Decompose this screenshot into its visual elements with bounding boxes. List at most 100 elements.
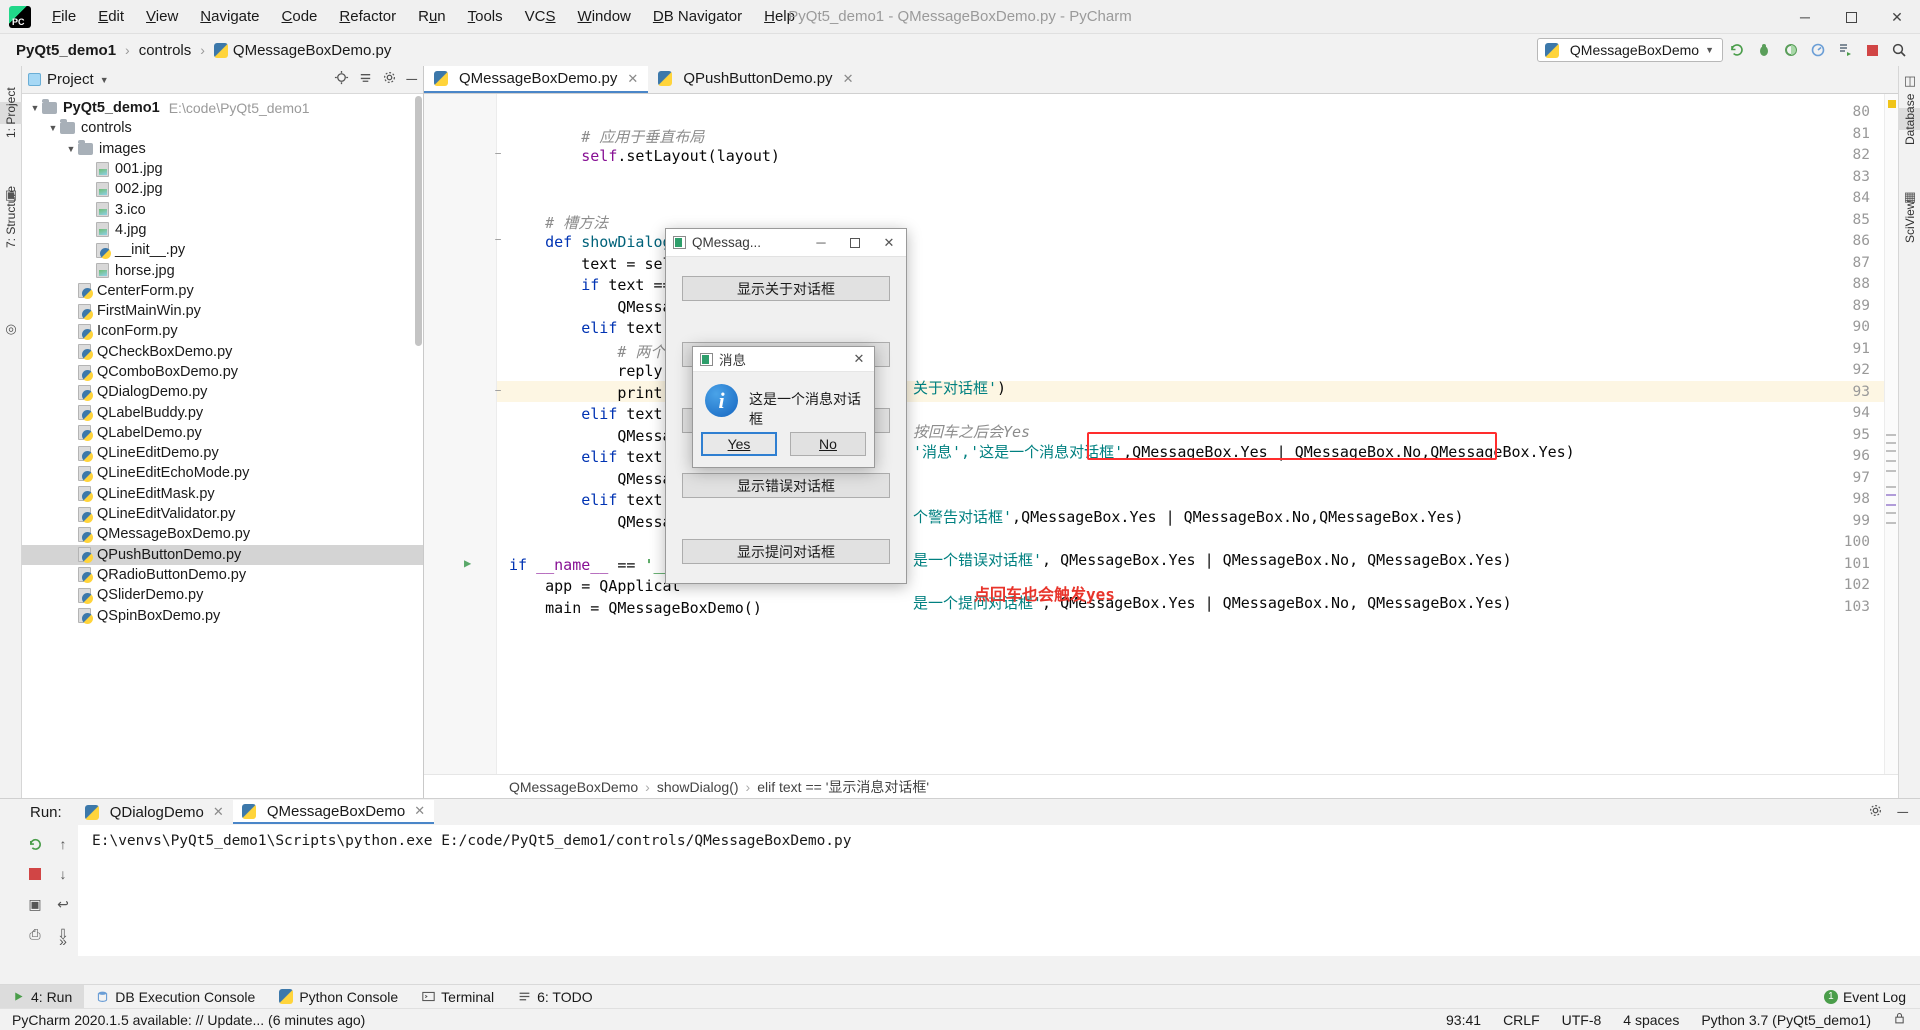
status-indent[interactable]: 4 spaces	[1623, 1012, 1679, 1028]
sciview-grid-icon[interactable]: ▦	[1899, 186, 1920, 208]
project-tree[interactable]: ▼ PyQt5_demo1 E:\code\PyQt5_demo1 ▼ controls…	[22, 94, 423, 798]
menu-db-navigator[interactable]: DB Navigator	[642, 4, 753, 29]
toolwindow-python-console[interactable]: Python Console	[267, 985, 410, 1009]
locate-icon[interactable]	[334, 70, 349, 89]
stop-icon[interactable]	[22, 861, 48, 887]
breadcrumb-project[interactable]: PyQt5_demo1	[13, 41, 119, 60]
menu-edit[interactable]: Edit	[87, 4, 135, 29]
print-icon[interactable]: ⎙	[22, 921, 48, 947]
debug-icon[interactable]	[1751, 37, 1777, 63]
run-with-icon[interactable]	[1832, 37, 1858, 63]
status-encoding[interactable]: UTF-8	[1562, 1012, 1602, 1028]
fold-marker[interactable]: −	[492, 384, 504, 397]
status-position[interactable]: 93:41	[1446, 1012, 1481, 1028]
tree-item-qlabelbuddy-py[interactable]: QLabelBuddy.py	[22, 402, 423, 422]
hide-icon[interactable]: ─	[406, 72, 417, 87]
tree-item-qlineeditmask-py[interactable]: QLineEditMask.py	[22, 484, 423, 504]
close-icon[interactable]: ✕	[627, 71, 638, 87]
tree-item-qpushbuttondemo-py[interactable]: QPushButtonDemo.py	[22, 544, 423, 565]
tree-item-pyqt5-demo1[interactable]: ▼ PyQt5_demo1 E:\code\PyQt5_demo1	[22, 98, 423, 118]
breadcrumb-folder[interactable]: controls	[136, 41, 195, 60]
status-interpreter[interactable]: Python 3.7 (PyQt5_demo1)	[1701, 1012, 1871, 1028]
tree-item-iconform-py[interactable]: IconForm.py	[22, 321, 423, 341]
tree-item-qdialogdemo-py[interactable]: QDialogDemo.py	[22, 382, 423, 402]
tree-item-horse-jpg[interactable]: horse.jpg	[22, 260, 423, 280]
close-button[interactable]: ✕	[1874, 0, 1920, 34]
tree-item-qspinboxdemo-py[interactable]: QSpinBoxDemo.py	[22, 605, 423, 625]
message-dialog-no-button[interactable]: No	[790, 432, 866, 456]
search-everywhere-icon[interactable]	[1886, 37, 1912, 63]
tree-item-001-jpg[interactable]: 001.jpg	[22, 159, 423, 179]
tree-item-002-jpg[interactable]: 002.jpg	[22, 179, 423, 199]
crumb-statement[interactable]: elif text == '显示消息对话框'	[757, 777, 929, 797]
event-log-area[interactable]: 1 Event Log	[1823, 989, 1920, 1005]
run-tab-qdialogdemo[interactable]: QDialogDemo ✕	[76, 800, 233, 824]
tab-qpushbuttondemo[interactable]: QPushButtonDemo.py ✕	[648, 66, 864, 93]
minimize-icon[interactable]: ─	[1897, 804, 1908, 821]
menu-view[interactable]: View	[135, 4, 189, 29]
profile-icon[interactable]	[1805, 37, 1831, 63]
toolwindow-terminal[interactable]: Terminal	[410, 985, 506, 1009]
db-browser-icon[interactable]: ◎	[0, 318, 22, 340]
fold-marker[interactable]: −	[492, 147, 504, 160]
coverage-icon[interactable]	[1778, 37, 1804, 63]
chevron-down-icon[interactable]: ▼	[28, 103, 42, 113]
fold-marker[interactable]: −	[492, 233, 504, 246]
crumb-method[interactable]: showDialog()	[657, 779, 739, 795]
project-scrollbar[interactable]	[415, 96, 422, 346]
settings-icon[interactable]	[1868, 803, 1883, 822]
menu-tools[interactable]: Tools	[457, 4, 514, 29]
rerun-icon[interactable]	[1724, 37, 1750, 63]
stop-icon[interactable]	[1859, 37, 1885, 63]
more-icon[interactable]: »	[50, 928, 76, 954]
tree-item-init-py[interactable]: __init__.py	[22, 240, 423, 260]
crumb-class[interactable]: QMessageBoxDemo	[509, 779, 638, 795]
tree-item-qlineeditdemo-py[interactable]: QLineEditDemo.py	[22, 443, 423, 463]
tree-item-qsliderdemo-py[interactable]: QSliderDemo.py	[22, 585, 423, 605]
status-message[interactable]: PyCharm 2020.1.5 available: // Update...…	[0, 1012, 365, 1028]
maximize-button[interactable]	[1828, 0, 1874, 34]
toolwindow-db-execution-console[interactable]: DB Execution Console	[84, 985, 267, 1009]
menu-file[interactable]: File	[41, 4, 87, 29]
toolwindow-todo[interactable]: 6: TODO	[506, 985, 605, 1009]
tree-item-qcheckboxdemo-py[interactable]: QCheckBoxDemo.py	[22, 342, 423, 362]
tab-qmessageboxdemo[interactable]: QMessageBoxDemo.py ✕	[424, 66, 649, 93]
tree-item-firstmainwin-py[interactable]: FirstMainWin.py	[22, 301, 423, 321]
up-icon[interactable]: ↑	[50, 831, 76, 857]
run-tab-qmessageboxdemo[interactable]: QMessageBoxDemo ✕	[232, 800, 435, 824]
tree-item-controls[interactable]: ▼ controls	[22, 118, 423, 138]
code-editor[interactable]: 80 81 # 应用于垂直布局 82 − self.setLayout(layout)…	[424, 94, 1898, 774]
breadcrumb-file-wrap[interactable]: QMessageBoxDemo.py	[211, 41, 394, 60]
minimize-button[interactable]: ─	[1782, 0, 1828, 34]
qt-minimize-button[interactable]: ─	[804, 229, 838, 257]
close-icon[interactable]: ✕	[213, 804, 224, 820]
collapse-all-icon[interactable]	[358, 70, 373, 89]
toolwindow-run[interactable]: 4: Run	[0, 984, 85, 1009]
menu-refactor[interactable]: Refactor	[328, 4, 407, 29]
chevron-down-icon[interactable]: ▼	[64, 144, 78, 154]
tree-item-qradiobuttondemo-py[interactable]: QRadioButtonDemo.py	[22, 565, 423, 585]
qt-message-dialog[interactable]: 消息 ✕ i 这是一个消息对话框 Yes No	[692, 346, 875, 468]
run-configuration-selector[interactable]: QMessageBoxDemo ▼	[1536, 38, 1723, 62]
bookmark-icon[interactable]: ▣	[0, 184, 22, 206]
run-console-output[interactable]: E:\venvs\PyQt5_demo1\Scripts\python.exe …	[78, 825, 1920, 956]
pin-icon[interactable]: ▣	[22, 891, 48, 917]
tree-item-3-ico[interactable]: 3.ico	[22, 199, 423, 219]
qt-maximize-button[interactable]	[838, 229, 872, 257]
tree-item-qlineeditechomode-py[interactable]: QLineEditEchoMode.py	[22, 463, 423, 483]
btn-show-about-dialog[interactable]: 显示关于对话框	[682, 276, 890, 301]
rerun-icon[interactable]	[22, 831, 48, 857]
menu-window[interactable]: Window	[567, 4, 642, 29]
settings-icon[interactable]	[382, 70, 397, 89]
status-line-separator[interactable]: CRLF	[1503, 1012, 1540, 1028]
soft-wrap-icon[interactable]: ↩	[50, 891, 76, 917]
tree-item-qcomboboxdemo-py[interactable]: QComboBoxDemo.py	[22, 362, 423, 382]
chevron-down-icon[interactable]: ▼	[46, 123, 60, 133]
tree-item-qmessageboxdemo-py[interactable]: QMessageBoxDemo.py	[22, 524, 423, 544]
qt-close-button[interactable]: ✕	[872, 229, 906, 257]
menu-navigate[interactable]: Navigate	[189, 4, 270, 29]
tree-item-qlabeldemo-py[interactable]: QLabelDemo.py	[22, 423, 423, 443]
chevron-down-icon[interactable]: ▼	[100, 75, 109, 85]
down-icon[interactable]: ↓	[50, 861, 76, 887]
tree-item-4-jpg[interactable]: 4.jpg	[22, 220, 423, 240]
